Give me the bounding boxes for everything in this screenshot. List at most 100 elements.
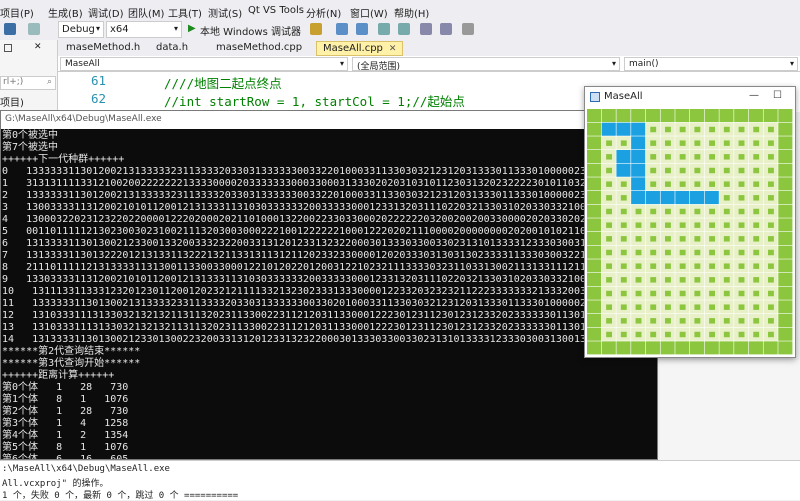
maze-path-cell <box>601 122 616 136</box>
member-dropdown[interactable]: main() ▾ <box>624 57 798 71</box>
maze-title-bar: MaseAll — ☐ <box>585 87 795 107</box>
maze-tile-pattern <box>664 263 671 269</box>
maze-tile-pattern <box>591 331 598 338</box>
run-debugger-button[interactable]: 本地 Windows 调试器 <box>200 23 301 38</box>
maximize-icon[interactable]: ☐ <box>773 90 782 101</box>
maze-tile-pattern <box>709 126 716 133</box>
maze-tile-pattern <box>753 277 760 283</box>
undo-icon[interactable] <box>4 23 16 35</box>
maze-window-title: MaseAll <box>604 91 643 102</box>
menu-window[interactable]: 窗口(W) <box>350 5 388 20</box>
chevron-down-icon: ▾ <box>611 59 616 68</box>
maze-tile-pattern <box>591 208 598 215</box>
maze-tile-pattern <box>767 113 774 119</box>
format-icon[interactable] <box>462 23 474 35</box>
maze-tile-pattern <box>782 318 789 324</box>
menu-team[interactable]: 团队(M) <box>128 5 164 20</box>
maze-tile-pattern <box>591 113 598 119</box>
menu-test[interactable]: 测试(S) <box>208 5 242 20</box>
maze-tile-pattern <box>694 154 701 160</box>
maze-tile-pattern <box>679 154 686 160</box>
comment-icon[interactable] <box>378 23 390 35</box>
uncomment-icon[interactable] <box>398 23 410 35</box>
console-title: G:\MaseAll\x64\Debug\MaseAll.exe <box>1 111 657 129</box>
maze-tile-pattern <box>664 113 671 119</box>
document-tabs: maseMethod.h data.h maseMethod.cpp MaseA… <box>58 40 800 56</box>
tab-masemethod-h[interactable]: maseMethod.h <box>60 41 146 56</box>
maze-tile-pattern <box>709 222 716 228</box>
search-input[interactable]: rl+;) ⌕ <box>0 76 56 90</box>
maze-tile-pattern <box>767 304 774 310</box>
search-icon[interactable]: ⌕ <box>47 77 52 87</box>
maze-tile-pattern <box>738 113 745 119</box>
maze-window[interactable]: MaseAll — ☐ <box>584 86 796 358</box>
platform-dropdown[interactable]: x64 ▾ <box>106 21 182 38</box>
tab-masemethod-cpp[interactable]: maseMethod.cpp <box>210 41 308 56</box>
scope-dropdown[interactable]: (全局范围) ▾ <box>352 57 620 72</box>
maze-tile-pattern <box>694 113 701 119</box>
project-dropdown[interactable]: MaseAll ▾ <box>60 57 348 71</box>
bookmark-next-icon[interactable] <box>356 23 368 35</box>
console-line: 2 13333331130120021313333323113333203303… <box>2 190 611 201</box>
console-line: 13 1310333111313303213213211311320231133… <box>2 322 617 333</box>
maze-tile-pattern <box>738 126 745 133</box>
tab-data-h[interactable]: data.h <box>150 41 194 56</box>
console-line: 5 00110111112130230030231002111320300300… <box>2 226 611 237</box>
maze-path-cell <box>631 122 646 136</box>
redo-icon[interactable] <box>28 23 40 35</box>
close-icon[interactable]: ✕ <box>34 42 42 52</box>
maze-tile-pattern <box>782 181 789 187</box>
maze-tile-pattern <box>664 304 671 310</box>
bookmark-icon[interactable] <box>336 23 348 35</box>
maze-tile-pattern <box>591 167 598 174</box>
maze-tile-pattern <box>709 277 716 283</box>
maze-tile-pattern <box>620 140 627 146</box>
menu-build[interactable]: 生成(B) <box>48 5 83 20</box>
console-window[interactable]: G:\MaseAll\x64\Debug\MaseAll.exe 第0个被选中第… <box>0 110 658 460</box>
maze-tile-pattern <box>723 277 730 283</box>
tab-maseall-cpp[interactable]: MaseAll.cpp ✕ <box>316 41 404 56</box>
maze-tile-pattern <box>620 181 627 187</box>
maze-tile-pattern <box>591 290 598 297</box>
play-icon[interactable]: ▶ <box>188 23 196 34</box>
menu-debug[interactable]: 调试(D) <box>88 5 124 20</box>
tree-item[interactable]: 项目) <box>0 94 24 109</box>
maze-tile-pattern <box>782 345 789 351</box>
menu-bar: 项目(P) 生成(B) 调试(D) 团队(M) 工具(T) 测试(S) Qt V… <box>0 0 800 20</box>
maze-tile-pattern <box>679 318 686 324</box>
menu-tools[interactable]: 工具(T) <box>168 5 202 20</box>
maze-tile-pattern <box>694 126 701 133</box>
maze-tile-pattern <box>709 249 716 256</box>
camera-icon[interactable] <box>310 23 322 35</box>
maze-tile-pattern <box>782 236 789 242</box>
maze-tile-pattern <box>782 195 789 201</box>
maze-tile-pattern <box>650 331 657 338</box>
maze-tile-pattern <box>694 249 701 256</box>
maze-path-cell <box>675 191 690 205</box>
pin-icon[interactable] <box>4 44 12 52</box>
maze-tile-pattern <box>767 126 774 133</box>
menu-analyze[interactable]: 分析(N) <box>306 5 341 20</box>
maze-path-cell <box>690 191 705 205</box>
maze-tile-pattern <box>635 304 642 310</box>
maze-tile-pattern <box>709 345 716 351</box>
menu-project[interactable]: 项目(P) <box>0 5 34 20</box>
outdent-icon[interactable] <box>440 23 452 35</box>
maze-tile-pattern <box>635 113 642 119</box>
minimize-icon[interactable]: — <box>749 90 759 101</box>
maze-tile-pattern <box>694 208 701 215</box>
maze-tile-pattern <box>650 181 657 187</box>
indent-icon[interactable] <box>420 23 432 35</box>
menu-help[interactable]: 帮助(H) <box>394 5 429 20</box>
panel-header: ✕ <box>0 42 58 56</box>
config-dropdown[interactable]: Debug ▾ <box>58 21 104 38</box>
maze-tile-pattern <box>650 154 657 160</box>
maze-tile-pattern <box>650 140 657 146</box>
maze-tile-pattern <box>664 222 671 228</box>
menu-qt-vs-tools[interactable]: Qt VS Tools <box>248 5 304 16</box>
maze-tile-pattern <box>635 249 642 256</box>
maze-tile-pattern <box>606 113 613 119</box>
maze-tile-pattern <box>738 195 745 201</box>
close-tab-icon[interactable]: ✕ <box>389 44 397 54</box>
maze-tile-pattern <box>664 277 671 283</box>
